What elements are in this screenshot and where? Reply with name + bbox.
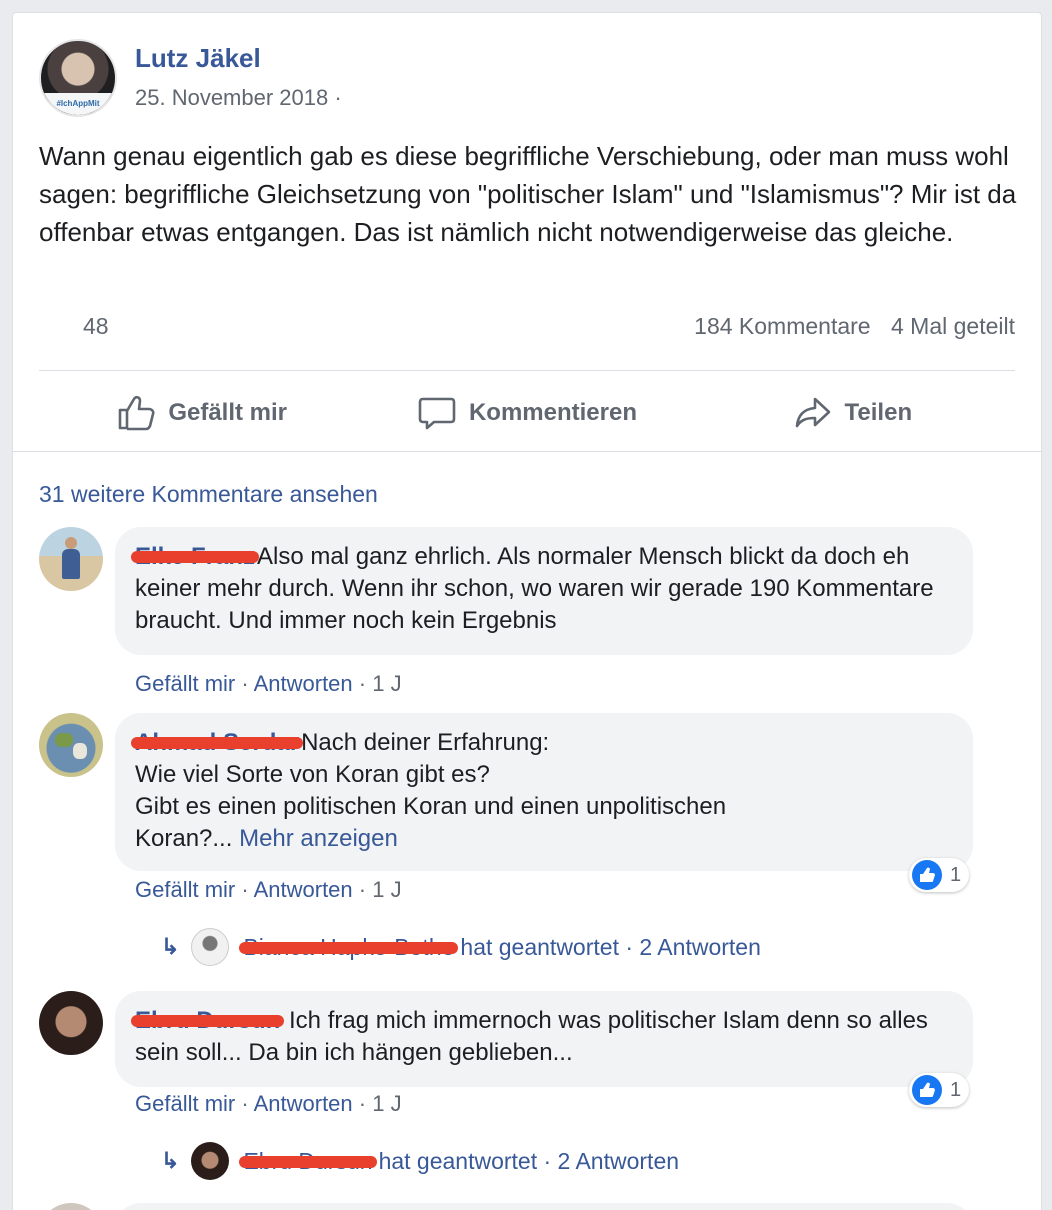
like-label: Gefällt mir xyxy=(168,399,288,426)
reaction-badge[interactable]: 1 xyxy=(909,858,969,892)
comment-text-line-1: Nach deiner Erfahrung: xyxy=(301,729,550,756)
share-label: Teilen xyxy=(844,399,913,426)
post-text: Wann genau eigentlich gab es diese begri… xyxy=(39,141,1017,247)
reply-summary: hat geantwortet · 2 Antworten xyxy=(460,933,761,960)
redaction-mark xyxy=(239,1155,377,1168)
comment-reply-link[interactable]: Antworten xyxy=(254,671,353,696)
show-more-link[interactable]: Mehr anzeigen xyxy=(239,825,398,852)
share-button[interactable]: Teilen xyxy=(690,383,1015,443)
commenter-name[interactable]: Ebru Dursun xyxy=(131,1005,285,1037)
comment-time[interactable]: 1 J xyxy=(372,1091,401,1116)
comment-text-line-4: Koran?... xyxy=(135,825,233,852)
redaction-mark xyxy=(239,941,459,954)
comment-like-link[interactable]: Gefällt mir xyxy=(135,877,235,902)
comment-like-link[interactable]: Gefällt mir xyxy=(135,671,235,696)
comment-bubble-icon xyxy=(418,397,456,430)
comment-text-line-3: Gibt es einen politischen Koran und eine… xyxy=(135,793,727,820)
like-button[interactable]: Gefällt mir xyxy=(39,383,364,443)
comment-time[interactable]: 1 J xyxy=(372,671,401,696)
action-bar: Gefällt mir Kommentieren Teilen xyxy=(39,383,1015,443)
share-count[interactable]: 4 Mal geteilt xyxy=(891,313,1015,339)
avatar-badge: #IchAppMit xyxy=(56,99,100,108)
redaction-mark xyxy=(131,1015,285,1027)
comment-item: Ahmad SerdarNach deiner Erfahrung: Wie v… xyxy=(39,713,1001,973)
comment-item: Ebru Dursun Ich frag mich immernoch was … xyxy=(39,991,1001,1210)
comment-time[interactable]: 1 J xyxy=(372,877,401,902)
like-reaction-icon xyxy=(912,1075,942,1105)
comment-reply-link[interactable]: Antworten xyxy=(254,877,353,902)
like-reaction-icon xyxy=(912,860,942,890)
comment-actions: Gefällt mir · Antworten · 1 J xyxy=(135,877,402,902)
comment-actions: Gefällt mir · Antworten · 1 J xyxy=(135,1091,402,1116)
replies-link[interactable]: ↳ Ebru Dursun hat geantwortet · 2 Antwor… xyxy=(161,1141,679,1181)
comment-reply-link[interactable]: Antworten xyxy=(254,1091,353,1116)
author-name[interactable]: Lutz Jäkel xyxy=(135,43,261,74)
comment-bubble: Ebru Dursun Ich frag mich immernoch was … xyxy=(115,991,973,1087)
like-count[interactable]: 48 xyxy=(83,313,109,340)
comment-label: Kommentieren xyxy=(468,399,638,426)
section-divider xyxy=(13,451,1041,452)
redaction-mark xyxy=(131,737,304,749)
comment-text-line-2: Wie viel Sorte von Koran gibt es? xyxy=(135,761,490,788)
replier-name: Bianca Hapke-Bothe xyxy=(239,934,459,961)
replier-name: Ebru Dursun xyxy=(239,1148,377,1175)
comment-like-link[interactable]: Gefällt mir xyxy=(135,1091,235,1116)
replier-avatar xyxy=(191,1142,230,1180)
reply-arrow-icon: ↳ xyxy=(161,1148,180,1173)
replies-link[interactable]: ↳ Bianca Hapke-Bothe hat geantwortet · 2… xyxy=(161,927,761,967)
comment-bubble: Ahmad SerdarNach deiner Erfahrung: Wie v… xyxy=(115,713,973,871)
comment-button[interactable]: Kommentieren xyxy=(364,383,689,443)
author-avatar[interactable]: #IchAppMit xyxy=(39,39,117,117)
commenter-name[interactable]: Elke Franz xyxy=(131,541,260,573)
comment-actions: Gefällt mir · Antworten · 1 J xyxy=(135,671,402,696)
reply-arrow-icon: ↳ xyxy=(161,934,180,959)
share-arrow-icon xyxy=(795,397,830,428)
comment-count[interactable]: 184 Kommentare xyxy=(694,313,870,339)
commenter-avatar[interactable] xyxy=(39,713,103,777)
comment-item: Elke FranzAlso mal ganz ehrlich. Als nor… xyxy=(39,527,1001,697)
reaction-badge[interactable]: 1 xyxy=(909,1073,969,1107)
post-stats: 48 184 Kommentare 4 Mal geteilt xyxy=(39,313,1015,349)
comment-bubble: Elke FranzAlso mal ganz ehrlich. Als nor… xyxy=(115,527,973,655)
commenter-name[interactable]: Ahmad Serdar xyxy=(131,727,304,759)
view-more-comments-link[interactable]: 31 weitere Kommentare ansehen xyxy=(39,481,378,508)
thumbs-up-icon xyxy=(119,395,155,431)
commenter-avatar[interactable] xyxy=(39,991,103,1055)
next-comment-bubble xyxy=(115,1203,973,1210)
redaction-mark xyxy=(131,551,260,563)
commenter-avatar[interactable] xyxy=(39,527,103,591)
reply-summary: hat geantwortet · 2 Antworten xyxy=(378,1147,680,1174)
divider xyxy=(39,370,1015,371)
replier-avatar xyxy=(191,928,230,966)
reaction-count: 1 xyxy=(950,863,962,886)
post-card: #IchAppMit Lutz Jäkel 25. November 2018 … xyxy=(12,12,1042,1210)
reaction-count: 1 xyxy=(950,1078,962,1101)
post-date[interactable]: 25. November 2018 · xyxy=(135,85,342,111)
